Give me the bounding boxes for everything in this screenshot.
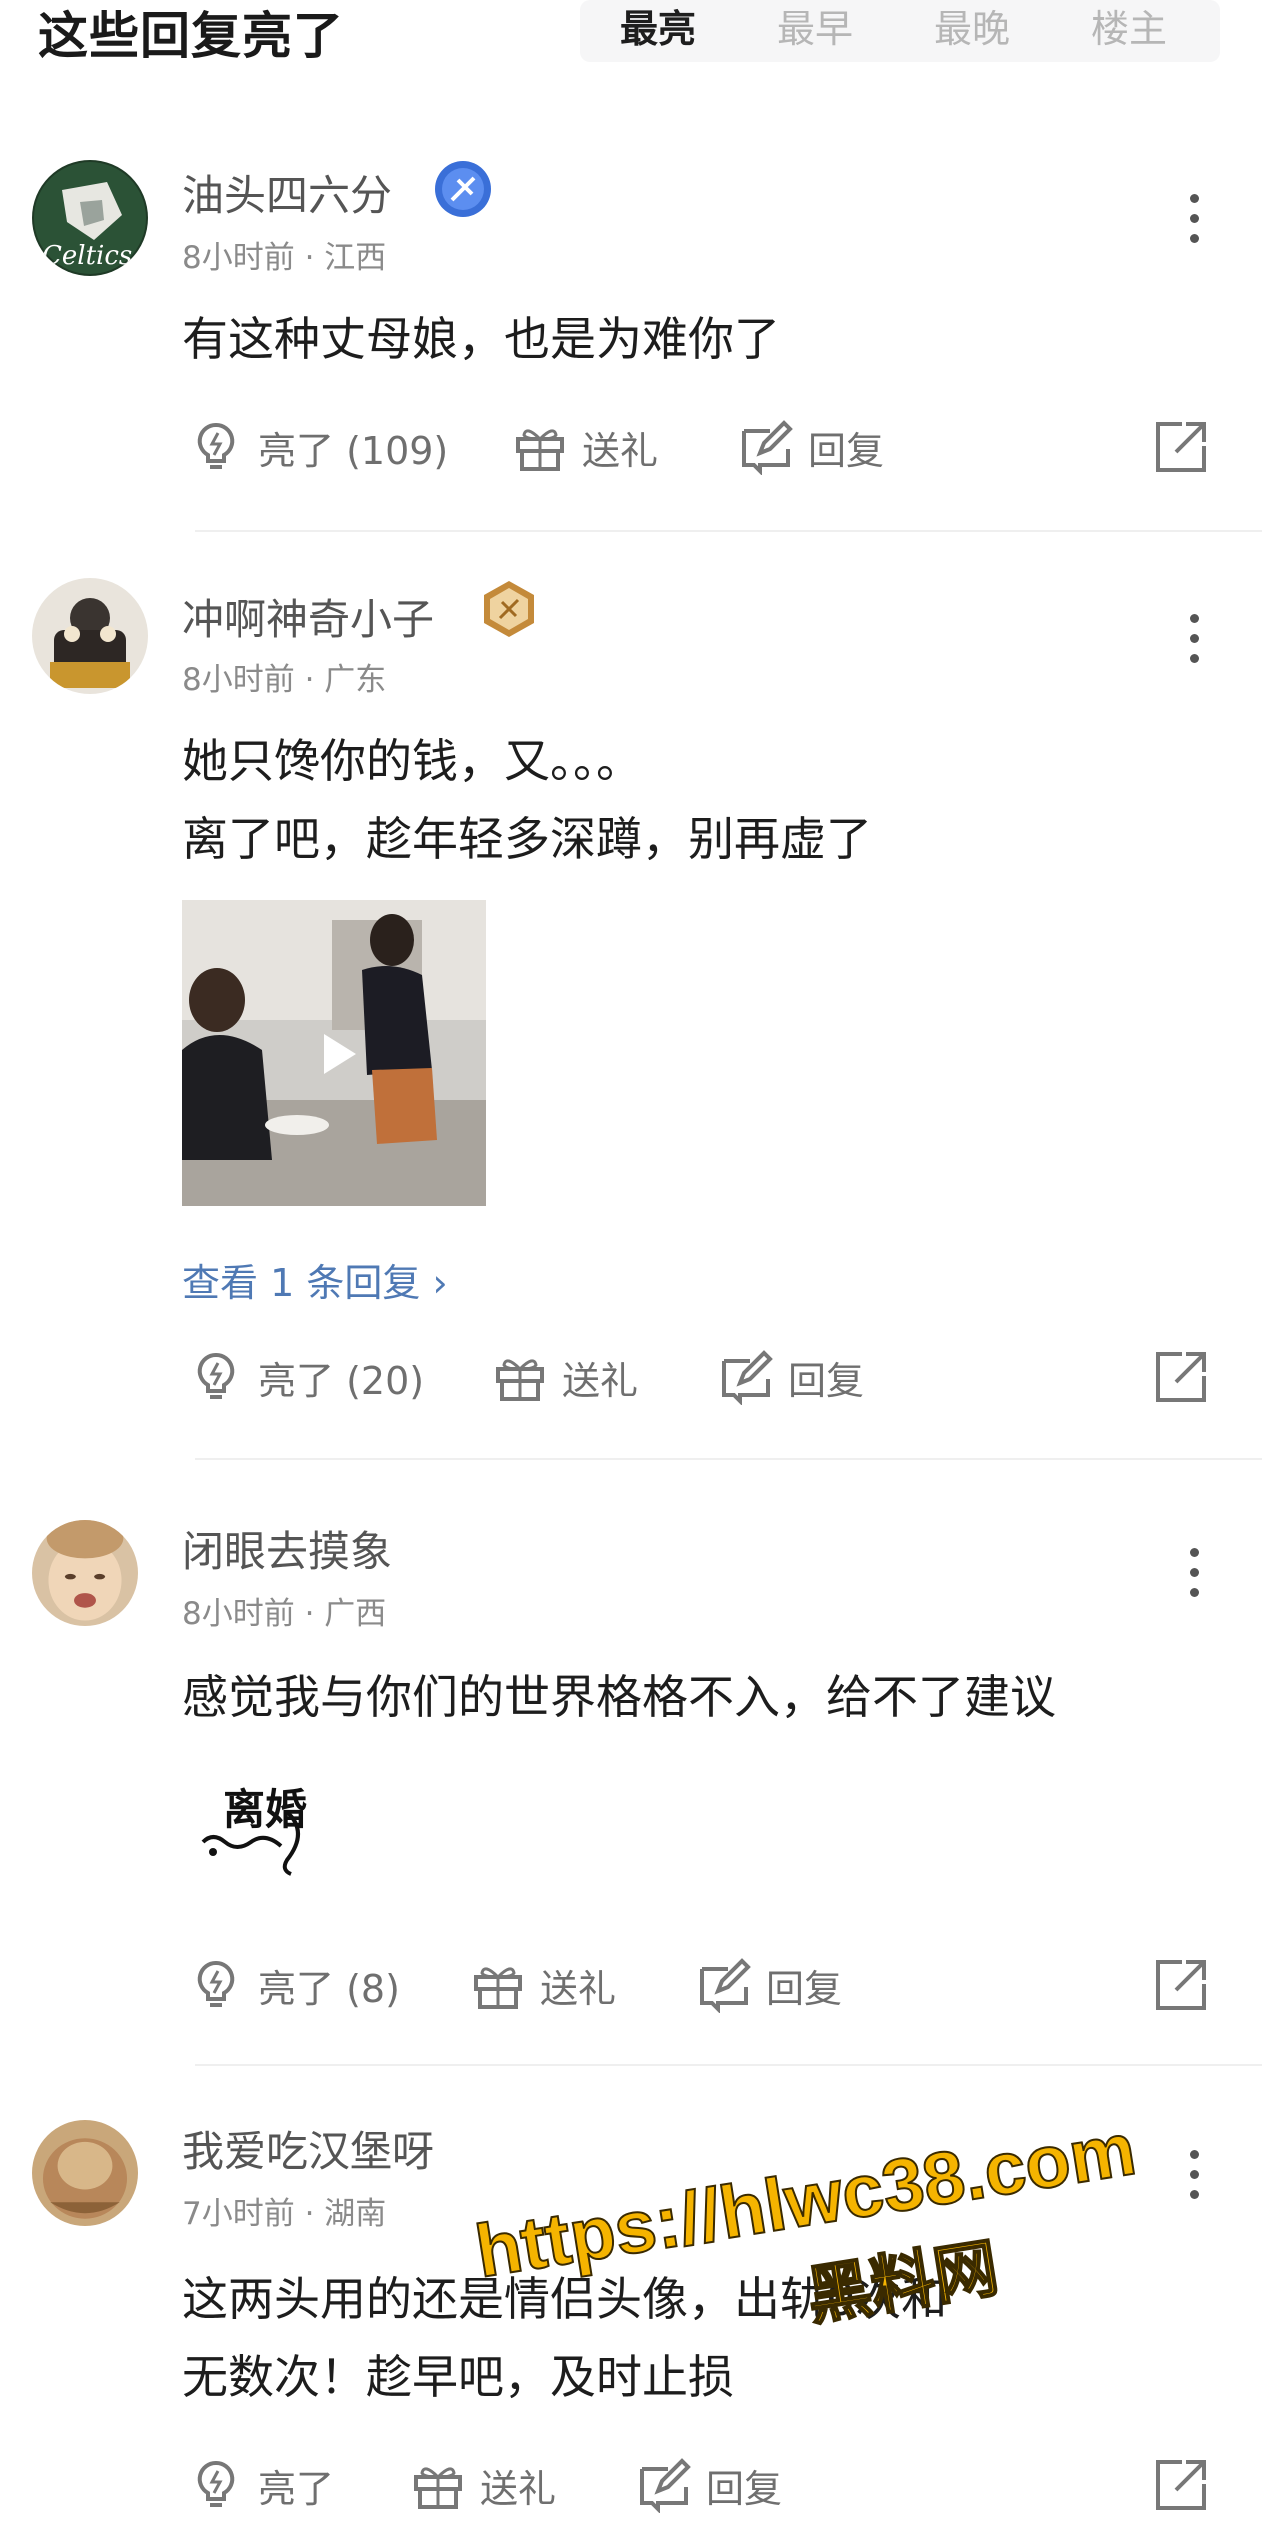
gift-button[interactable]: 送礼 [470,1950,616,2020]
gift-label: 送礼 [562,1358,639,1403]
comment-divider [195,1458,1262,1460]
username[interactable]: 闭眼去摸象 [182,1518,392,1579]
comment-actions: 亮了 (20) 送礼 回复 [0,1342,1262,1412]
tab-op-only[interactable]: 楼主 [1091,0,1167,53]
post-location: 广西 [324,1596,387,1632]
gift-button[interactable]: 送礼 [512,412,658,482]
comment-text: 感觉我与你们的世界格格不入，给不了建议 [182,1670,1056,1724]
section-title: 这些回复亮了 [38,7,344,65]
username[interactable]: 冲啊神奇小子 [182,586,434,647]
post-location: 江西 [324,240,387,276]
comment-actions: 亮了 (109) 送礼 回复 [0,412,1262,482]
reply-button[interactable]: 回复 [718,1342,864,1412]
comment-divider [195,2064,1262,2066]
share-icon[interactable] [1152,1956,1210,2014]
like-button[interactable]: 亮了 (20) [188,1342,424,1412]
more-options-icon[interactable] [1186,614,1202,674]
edit-reply-icon [742,420,793,475]
comment-meta: 8小时前 · 江西 [182,240,387,276]
post-time: 7小时前 [182,2196,295,2232]
tab-brightest[interactable]: 最亮 [620,0,696,53]
avatar[interactable] [32,2120,138,2226]
like-label: 亮了 (20) [258,1358,425,1403]
reply-label: 回复 [706,2466,783,2511]
avatar[interactable] [32,1520,138,1626]
watermark-overlay: https://hlwc38.com 黑料网 [469,2094,1238,2447]
reply-button[interactable]: 回复 [738,412,884,482]
reply-label: 回复 [766,1966,843,2011]
gift-icon [496,1359,544,1401]
like-label: 亮了 (109) [258,428,449,473]
gift-label: 送礼 [540,1966,617,2011]
reply-label: 回复 [808,428,885,473]
comment-meta: 8小时前 · 广东 [182,662,387,698]
post-time: 8小时前 [182,1596,295,1632]
comment-actions: 亮了 送礼 回复 [0,2450,1262,2520]
divorce-sticker: 离婚 [201,1785,307,1876]
replies-header: 这些回复亮了 最亮 最早 最晚 楼主 [0,0,1262,65]
share-icon[interactable] [1152,418,1210,476]
avatar[interactable] [32,578,148,694]
chevron-right-icon: › [432,1261,448,1305]
lightbulb-icon [197,2460,235,2507]
like-button[interactable]: 亮了 (109) [188,412,448,482]
avatar[interactable]: Celtics [32,160,148,276]
username[interactable]: 我爱吃汉堡呀 [182,2118,434,2179]
comment-text: 有这种丈母娘，也是为难你了 [182,312,780,366]
like-label: 亮了 [258,2466,335,2511]
post-location: 广东 [324,662,387,698]
like-label: 亮了 (8) [258,1966,400,2011]
tab-earliest[interactable]: 最早 [777,0,853,53]
lightbulb-icon [197,1960,235,2007]
reply-label: 回复 [788,1358,865,1403]
gift-icon [516,429,564,471]
like-button[interactable]: 亮了 (8) [188,1950,400,2020]
post-location: 湖南 [324,2196,387,2232]
blue-rank-badge-icon [435,161,491,217]
share-icon[interactable] [1152,1348,1210,1406]
reply-button[interactable]: 回复 [636,2450,782,2520]
edit-reply-icon [700,1958,751,2013]
edit-reply-icon [722,1350,773,1405]
gold-rank-badge-icon [484,581,534,637]
gift-label: 送礼 [480,2466,557,2511]
gift-button[interactable]: 送礼 [492,1342,638,1412]
comment-meta: 7小时前 · 湖南 [182,2196,387,2232]
sort-tabs: 最亮 最早 最晚 楼主 [580,0,1220,62]
username[interactable]: 油头四六分 [182,162,392,223]
comment-meta: 8小时前 · 广西 [182,1596,387,1632]
gift-icon [414,2467,462,2509]
gift-icon [474,1967,522,2009]
comment-text-line: 离了吧，趁年轻多深蹲，别再虚了 [182,812,872,866]
play-icon[interactable] [312,1028,364,1080]
gift-label: 送礼 [582,428,659,473]
more-options-icon[interactable] [1186,1548,1202,1608]
post-time: 8小时前 [182,240,295,276]
edit-reply-icon [640,2458,691,2513]
like-button[interactable]: 亮了 [188,2450,334,2520]
comment-actions: 亮了 (8) 送礼 回复 [0,1950,1262,2020]
sticker-text: 离婚 [223,1785,307,1834]
lightbulb-icon [197,422,235,469]
video-thumbnail[interactable] [182,900,486,1206]
comment-divider [195,530,1262,532]
reply-button[interactable]: 回复 [696,1950,842,2020]
view-replies-link[interactable]: 查看 1 条回复 › [182,1252,448,1307]
share-icon[interactable] [1152,2456,1210,2514]
more-options-icon[interactable] [1186,194,1202,254]
gift-button[interactable]: 送礼 [410,2450,556,2520]
tab-latest[interactable]: 最晚 [934,0,1010,53]
view-replies-label: 查看 1 条回复 [182,1261,421,1305]
comment-text-line: 她只馋你的钱，又。。。 [182,734,642,788]
svg-text:Celtics: Celtics [42,241,132,271]
post-time: 8小时前 [182,662,295,698]
lightbulb-icon [197,1352,235,1399]
